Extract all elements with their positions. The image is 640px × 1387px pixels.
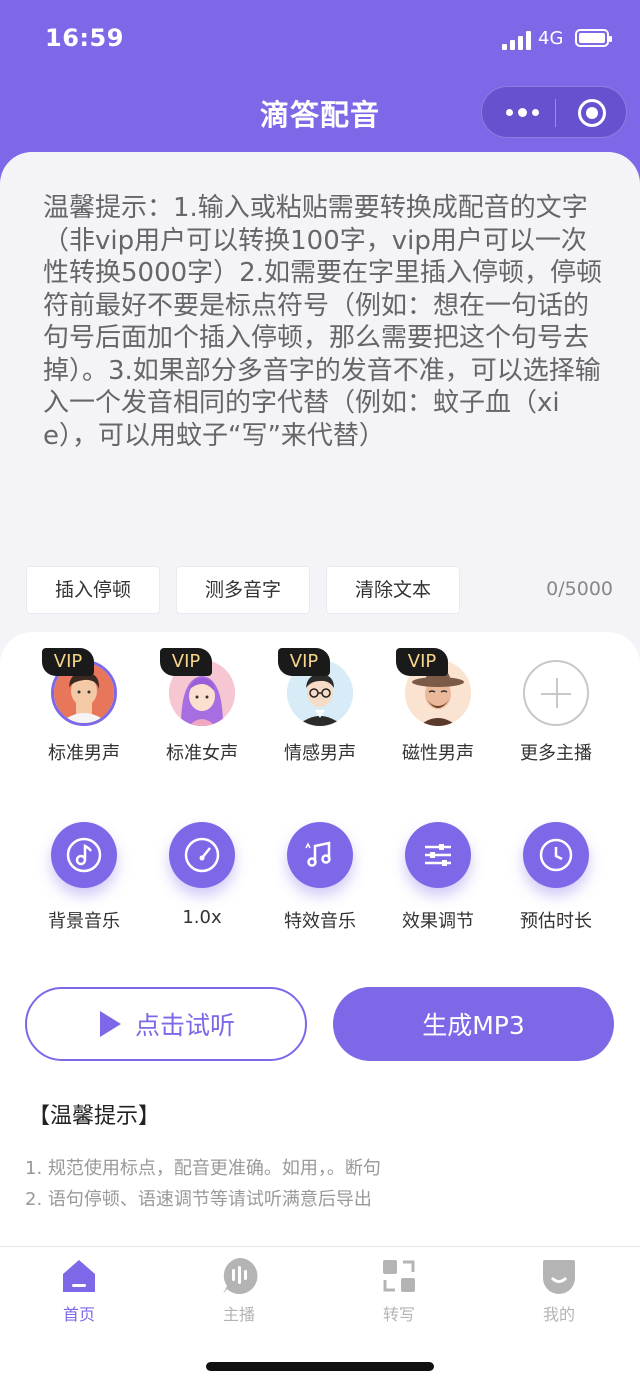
anchor-mic-icon (219, 1256, 259, 1296)
effect-adjust-button[interactable]: 效果调节 (383, 822, 493, 933)
function-label: 特效音乐 (284, 911, 356, 932)
tab-label: 转写 (382, 1305, 415, 1324)
function-label: 效果调节 (402, 911, 474, 932)
tab-label: 主播 (222, 1305, 255, 1324)
status-bar: 16:59 4G (0, 22, 640, 58)
capsule-divider (555, 99, 556, 127)
character-counter: 0/5000 (546, 578, 613, 600)
generate-mp3-button[interactable]: 生成MP3 (333, 987, 614, 1061)
voice-label: 磁性男声 (402, 743, 474, 764)
vip-badge: VIP (42, 648, 94, 676)
network-label: 4G (538, 28, 564, 49)
clock-icon (523, 822, 589, 888)
more-voices-button[interactable]: 更多主播 (501, 660, 611, 765)
estimate-duration-button[interactable]: 预估时长 (501, 822, 611, 933)
voice-label: 标准男声 (48, 743, 120, 764)
voice-label: 情感男声 (284, 743, 356, 764)
home-indicator (206, 1362, 434, 1371)
signal-icon (502, 30, 532, 50)
vip-badge: VIP (278, 648, 330, 676)
mini-program-capsule (481, 86, 627, 138)
sliders-icon (405, 822, 471, 888)
voice-label: 更多主播 (520, 743, 592, 764)
effect-music-button[interactable]: 特效音乐 (265, 822, 375, 933)
tab-label: 我的 (542, 1305, 575, 1324)
vip-badge: VIP (396, 648, 448, 676)
speed-gauge-icon (169, 822, 235, 888)
tab-profile[interactable]: 我的 (514, 1256, 604, 1325)
close-target-icon[interactable] (578, 99, 606, 127)
function-label: 1.0x (182, 907, 222, 928)
play-icon (99, 1011, 121, 1037)
tab-home[interactable]: 首页 (34, 1256, 124, 1325)
music-notes-icon (287, 822, 353, 888)
tab-label: 首页 (62, 1305, 95, 1324)
plus-icon (523, 660, 589, 726)
polyphone-test-button[interactable]: 测多音字 (176, 566, 310, 614)
tip-item: 1. 规范使用标点，配音更准确。如用，。断句 (25, 1158, 381, 1179)
tip-item: 2. 语句停顿、语速调节等请试听满意后导出 (25, 1189, 372, 1210)
voice-label: 标准女声 (166, 743, 238, 764)
status-time: 16:59 (45, 24, 124, 52)
battery-icon (575, 29, 612, 47)
insert-pause-button[interactable]: 插入停顿 (26, 566, 160, 614)
vip-badge: VIP (160, 648, 212, 676)
tips-title: 【温馨提示】 (28, 1104, 161, 1129)
speed-button[interactable]: 1.0x (147, 822, 257, 928)
more-options-icon[interactable] (502, 100, 542, 124)
transcribe-icon (379, 1256, 419, 1296)
background-music-button[interactable]: 背景音乐 (29, 822, 139, 933)
function-label: 预估时长 (520, 911, 592, 932)
preview-label: 点击试听 (134, 1011, 235, 1040)
tab-anchor[interactable]: 主播 (194, 1256, 284, 1325)
preview-button[interactable]: 点击试听 (25, 987, 307, 1061)
function-label: 背景音乐 (48, 911, 120, 932)
clear-text-button[interactable]: 清除文本 (326, 566, 460, 614)
tab-transcribe[interactable]: 转写 (354, 1256, 444, 1325)
profile-icon (539, 1256, 579, 1296)
music-note-icon (51, 822, 117, 888)
text-input-placeholder[interactable]: 温馨提示：1.输入或粘贴需要转换成配音的文字（非vip用户可以转换100字，vi… (43, 192, 603, 452)
home-icon (59, 1256, 99, 1296)
